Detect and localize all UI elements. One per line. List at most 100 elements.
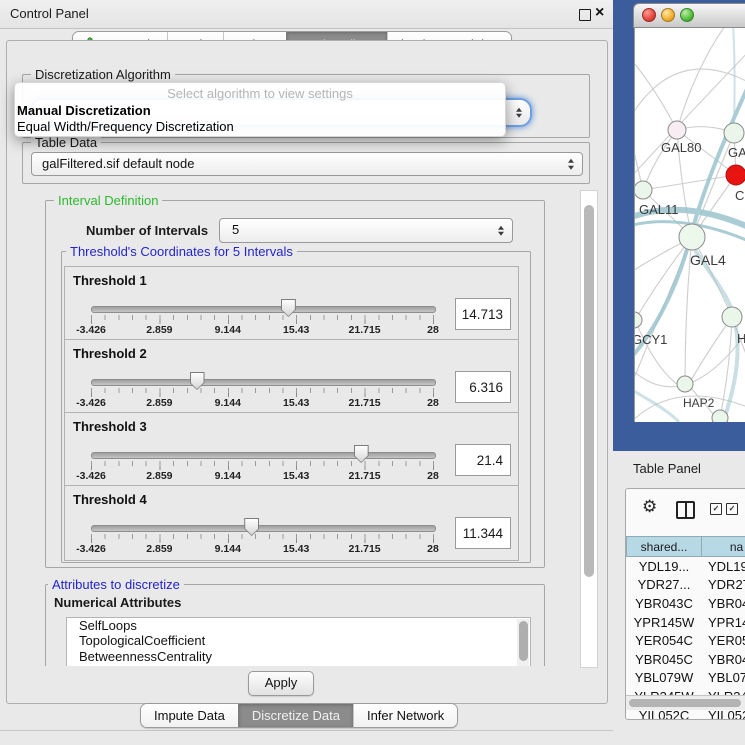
cell-shared-name[interactable]: YBL079W [626, 669, 702, 688]
list-scrollbar[interactable] [517, 619, 529, 666]
threshold-4-value-field[interactable]: 11.344 [455, 517, 511, 549]
threshold-2-slider[interactable] [91, 379, 436, 386]
window-close-icon[interactable] [642, 8, 656, 22]
threshold-1-value-field[interactable]: 14.713 [455, 298, 511, 330]
threshold-2-value-field[interactable]: 6.316 [455, 371, 511, 403]
network-node-gal4[interactable] [679, 224, 705, 250]
cell-shared-name[interactable]: YBR045C [626, 650, 702, 669]
cell-name[interactable]: YDL19... [702, 557, 745, 576]
tab-discretize-data-label: Discretize Data [252, 708, 340, 723]
network-view-canvas[interactable]: GAL80GACGAL11GAL4GCY1HHAP2 [634, 28, 745, 422]
cell-name[interactable]: YDR27... [702, 576, 745, 595]
tab-discretize-data[interactable]: Discretize Data [238, 704, 353, 727]
slider-ticks [91, 388, 435, 393]
attributes-group: Attributes to discretize Numerical Attri… [45, 584, 545, 666]
tick-label: 9.144 [215, 324, 241, 336]
panel-scrollbar-thumb[interactable] [584, 205, 594, 577]
table-row[interactable]: YPR145WYPR145W [626, 613, 745, 632]
cell-shared-name[interactable]: YER054C [626, 631, 702, 650]
tick-label: 28 [427, 470, 439, 482]
node-label: H [737, 331, 745, 346]
window-zoom-icon[interactable] [680, 8, 694, 22]
dropdown-item-equal-width-frequency[interactable]: Equal Width/Frequency Discretization [15, 119, 505, 135]
threshold-4-label: Threshold 4 [73, 492, 147, 507]
network-node-gal80[interactable] [668, 121, 686, 139]
network-node[interactable] [712, 410, 728, 422]
tick-label: 2.859 [146, 470, 172, 482]
table-horizontal-scrollbar[interactable] [626, 695, 745, 710]
tab-infer-network[interactable]: Infer Network [353, 704, 457, 727]
apply-button[interactable]: Apply [248, 671, 314, 696]
cell-shared-name[interactable]: YDL19... [626, 557, 702, 576]
table-row[interactable]: YDL19...YDL19... [626, 557, 745, 576]
list-item[interactable]: TopologicalCoefficient [67, 633, 530, 648]
checkbox-icon[interactable]: ✓ [726, 503, 738, 515]
threshold-3-slider[interactable] [91, 452, 436, 459]
columns-icon[interactable] [676, 501, 695, 519]
tick-label: -3.426 [76, 397, 106, 409]
slider-ticks [91, 534, 435, 539]
checkbox-icon[interactable]: ✓ [710, 503, 722, 515]
tick-label: 15.43 [283, 324, 309, 336]
combo-arrows-icon [498, 225, 504, 236]
node-label: GA [728, 145, 745, 160]
threshold-3-value-field[interactable]: 21.4 [455, 444, 511, 476]
cell-name[interactable]: YBR045C [702, 650, 745, 669]
list-item[interactable]: BetweennessCentrality [67, 649, 530, 664]
node-label: GAL80 [661, 140, 701, 155]
tick-label: 28 [427, 397, 439, 409]
cell-shared-name[interactable]: YDR27... [626, 576, 702, 595]
threshold-4-panel: Threshold 4 -3.4262.8599.14415.4321.7152… [64, 485, 519, 561]
network-node-ga[interactable] [724, 123, 744, 143]
close-panel-icon[interactable]: × [595, 3, 604, 23]
table-hscrollbar-thumb[interactable] [629, 699, 741, 707]
network-window-titlebar[interactable] [633, 3, 745, 28]
threshold-1-panel: Threshold 1 -3.4262.8599.14415.4321.7152… [64, 266, 519, 342]
threshold-1-slider[interactable] [91, 306, 436, 313]
network-node-c[interactable] [726, 165, 745, 185]
number-of-intervals-combobox[interactable]: 5 [219, 218, 513, 243]
numerical-attributes-list[interactable]: SelfLoops TopologicalCoefficient Between… [66, 617, 531, 666]
tick-label: 2.859 [146, 324, 172, 336]
cell-shared-name[interactable]: YBR043C [626, 594, 702, 613]
threshold-2-panel: Threshold 2 -3.4262.8599.14415.4321.7152… [64, 339, 519, 415]
number-of-intervals-label: Number of Intervals [86, 223, 208, 238]
threshold-4-slider[interactable] [91, 525, 436, 532]
column-header-name[interactable]: na [702, 536, 745, 557]
float-panel-icon[interactable] [579, 9, 591, 21]
column-header-shared-name[interactable]: shared... [626, 536, 702, 557]
cell-name[interactable]: YBL079W [702, 669, 745, 688]
number-of-intervals-value: 5 [232, 219, 239, 241]
bottom-tab-bar: Impute Data Discretize Data Infer Networ… [140, 703, 458, 728]
table-row[interactable]: YER054CYER054C [626, 631, 745, 650]
cell-shared-name[interactable]: YPR145W [626, 613, 702, 632]
tick-label: 15.43 [283, 543, 309, 555]
thresholds-group-label: Threshold's Coordinates for 5 Intervals [66, 244, 297, 259]
table-row[interactable]: YBR043CYBR043C [626, 594, 745, 613]
table-row[interactable]: YBR045CYBR045C [626, 650, 745, 669]
tick-label: -3.426 [76, 470, 106, 482]
network-node-hap2[interactable] [677, 376, 693, 392]
table-data-combobox[interactable]: galFiltered.sif default node [31, 152, 583, 176]
tick-label: -3.426 [76, 543, 106, 555]
cell-name[interactable]: YPR145W [702, 613, 745, 632]
panel-scrollbar[interactable] [580, 190, 598, 668]
network-node-gal11[interactable] [635, 181, 652, 199]
network-node-gcy1[interactable] [635, 312, 642, 328]
dropdown-item-manual-discretization[interactable]: Manual Discretization [15, 103, 505, 119]
table-data-group: Table Data galFiltered.sif default node [22, 142, 590, 184]
gear-icon[interactable]: ⚙ [642, 497, 657, 517]
cell-name[interactable]: YBR043C [702, 594, 745, 613]
table-panel: Table Panel ⚙ ✓ ✓ shared... na YDL19...Y… [613, 451, 745, 745]
tab-impute-data[interactable]: Impute Data [141, 704, 238, 727]
table-row[interactable]: YBL079WYBL079W [626, 669, 745, 688]
cell-name[interactable]: YER054C [702, 631, 745, 650]
network-node-h[interactable] [722, 307, 742, 327]
table-row[interactable]: YDR27...YDR27... [626, 576, 745, 595]
tick-label: 21.715 [349, 324, 381, 336]
window-minimize-icon[interactable] [661, 8, 675, 22]
discretization-algorithm-label: Discretization Algorithm [31, 67, 175, 82]
list-item[interactable]: SelfLoops [67, 618, 530, 633]
settings-scroll-area: Interval Definition Number of Intervals … [14, 192, 580, 666]
tick-label: 9.144 [215, 470, 241, 482]
